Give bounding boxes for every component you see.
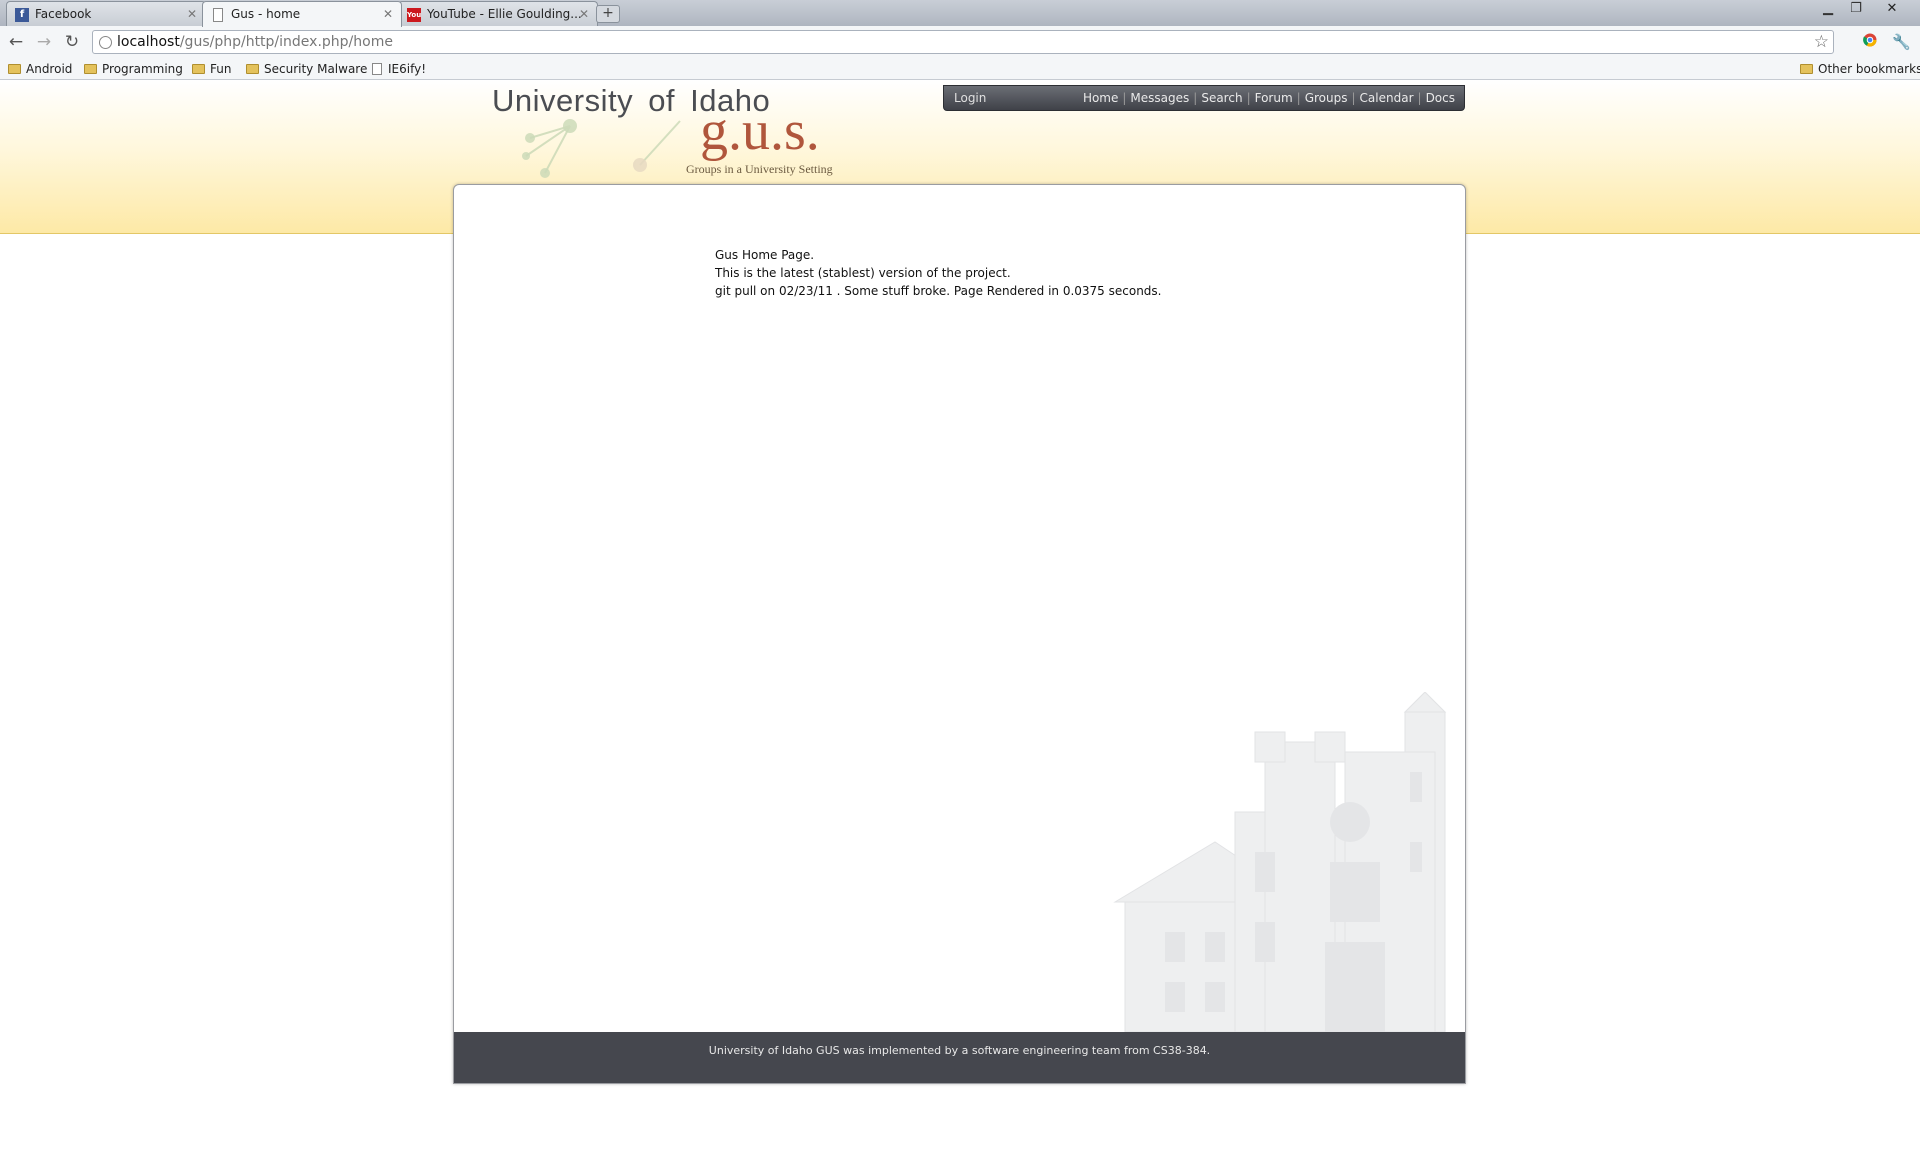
bookmark-label: Other bookmarks xyxy=(1818,62,1920,76)
chrome-icon[interactable] xyxy=(1861,33,1879,51)
tab-facebook[interactable]: f Facebook ✕ xyxy=(6,1,206,26)
folder-icon xyxy=(246,64,259,74)
nav-docs[interactable]: Docs xyxy=(1426,91,1455,105)
maximize-icon[interactable]: ❐ xyxy=(1842,0,1870,18)
folder-icon xyxy=(192,64,205,74)
bookmark-label: Android xyxy=(26,62,73,76)
browser-toolbar: ← → ↻ localhost/gus/php/http/index.php/h… xyxy=(0,26,1920,58)
main-content: Gus Home Page. This is the latest (stabl… xyxy=(453,184,1466,1084)
bookmark-label: Fun xyxy=(210,62,232,76)
site-name: g.u.s. xyxy=(700,100,820,162)
reload-icon[interactable]: ↻ xyxy=(62,32,82,52)
back-icon[interactable]: ← xyxy=(6,32,26,52)
forward-icon[interactable]: → xyxy=(34,32,54,52)
new-tab-button[interactable]: + xyxy=(596,5,620,23)
bookmark-label: Programming xyxy=(102,62,183,76)
page-icon xyxy=(213,8,223,22)
login-link[interactable]: Login xyxy=(954,86,986,110)
folder-icon xyxy=(84,64,97,74)
page-icon xyxy=(372,63,382,75)
site-logo[interactable]: University of Idaho g.u.s. Groups in a U… xyxy=(490,81,850,186)
version-note: This is the latest (stablest) version of… xyxy=(715,266,1011,280)
close-tab-icon[interactable]: ✕ xyxy=(383,2,393,26)
footer-text: University of Idaho GUS was implemented … xyxy=(708,1044,1211,1057)
nav-separator: | xyxy=(1122,91,1127,105)
tab-title: Facebook xyxy=(35,7,92,21)
bookmark-fun[interactable]: Fun xyxy=(192,60,231,78)
facebook-icon: f xyxy=(15,8,29,22)
tab-gus-home[interactable]: Gus - home ✕ xyxy=(202,1,402,27)
bookmark-programming[interactable]: Programming xyxy=(84,60,183,78)
nav-separator: | xyxy=(1296,91,1301,105)
nav-separator: | xyxy=(1351,91,1356,105)
nav-calendar[interactable]: Calendar xyxy=(1360,91,1414,105)
tab-strip: f Facebook ✕ Gus - home ✕ You YouTube - … xyxy=(0,0,1920,27)
bookmark-star-icon[interactable]: ☆ xyxy=(1814,31,1829,53)
web-page: University of Idaho g.u.s. Groups in a U… xyxy=(0,81,1920,1160)
url-host: localhost xyxy=(117,34,180,50)
window-controls: ▁ ❐ ✕ xyxy=(1814,0,1914,20)
nav-separator: | xyxy=(1417,91,1422,105)
content-text: Gus Home Page. This is the latest (stabl… xyxy=(715,246,1161,300)
nav-forum[interactable]: Forum xyxy=(1255,91,1293,105)
building-watermark-icon xyxy=(1113,692,1447,1032)
close-tab-icon[interactable]: ✕ xyxy=(187,2,197,26)
nav-separator: | xyxy=(1246,91,1251,105)
other-bookmarks[interactable]: Other bookmarks xyxy=(1800,60,1920,78)
bookmark-security-malware[interactable]: Security Malware xyxy=(246,60,367,78)
youtube-icon: You xyxy=(407,8,421,22)
site-tagline: Groups in a University Setting xyxy=(686,162,833,176)
tab-youtube[interactable]: You YouTube - Ellie Goulding... ✕ xyxy=(398,1,598,26)
site-footer: University of Idaho GUS was implemented … xyxy=(454,1032,1465,1083)
tab-title: Gus - home xyxy=(231,7,301,21)
close-tab-icon[interactable]: ✕ xyxy=(579,2,589,26)
folder-icon xyxy=(1800,64,1813,74)
site-nav-bar: Login Home | Messages | Search | Forum | Groups |… xyxy=(943,85,1465,111)
bookmarks-bar: Android Programming Fun Security Malware… xyxy=(0,58,1920,80)
bookmark-label: IE6ify! xyxy=(388,62,427,76)
folder-icon xyxy=(8,64,21,74)
bookmark-label: Security Malware xyxy=(264,62,368,76)
address-bar[interactable]: localhost/gus/php/http/index.php/home ☆ xyxy=(92,30,1834,54)
bookmark-ie6ify[interactable]: IE6ify! xyxy=(370,60,426,78)
tab-title: YouTube - Ellie Goulding... xyxy=(427,7,582,21)
minimize-icon[interactable]: ▁ xyxy=(1814,0,1842,18)
bookmark-android[interactable]: Android xyxy=(8,60,72,78)
nav-search[interactable]: Search xyxy=(1201,91,1242,105)
close-window-icon[interactable]: ✕ xyxy=(1870,0,1914,18)
home-heading: Gus Home Page. xyxy=(715,248,815,262)
page-info-icon[interactable] xyxy=(99,36,112,49)
nav-separator: | xyxy=(1193,91,1198,105)
nav-home[interactable]: Home xyxy=(1083,91,1118,105)
wrench-icon[interactable]: 🔧 xyxy=(1892,33,1911,51)
render-info: git pull on 02/23/11 . Some stuff broke.… xyxy=(715,284,1162,298)
nav-messages[interactable]: Messages xyxy=(1130,91,1189,105)
url-path: /gus/php/http/index.php/home xyxy=(179,34,393,50)
nav-groups[interactable]: Groups xyxy=(1305,91,1348,105)
